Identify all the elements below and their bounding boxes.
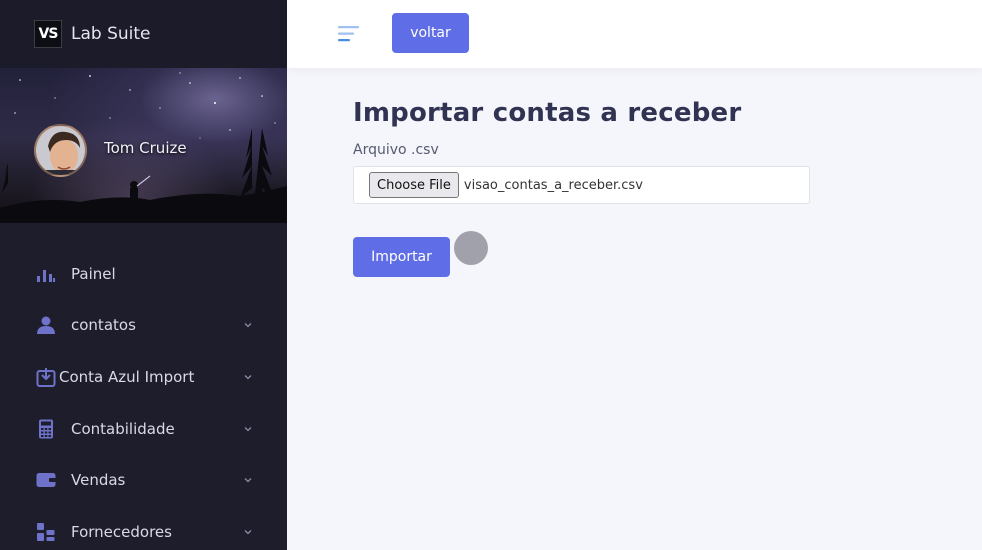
- choose-file-button[interactable]: Choose File: [369, 172, 459, 198]
- sidebar-item-fornecedores[interactable]: Fornecedores: [0, 506, 287, 550]
- download-box-icon: [36, 367, 56, 387]
- selected-file-name: visao_contas_a_receber.csv: [463, 177, 643, 193]
- file-field-label: Arquivo .csv: [353, 142, 439, 158]
- sidebar-item-contabilidade[interactable]: Contabilidade: [0, 403, 287, 455]
- top-bar: voltar: [287, 0, 982, 68]
- sidebar-item-label: Painel: [71, 264, 116, 283]
- sidebar-item-label: Conta Azul Import: [59, 367, 195, 386]
- calculator-icon: [36, 419, 56, 439]
- sidebar-item-conta-azul-import[interactable]: Conta Azul Import: [0, 351, 287, 403]
- wallet-icon: [36, 470, 56, 490]
- avatar[interactable]: [34, 124, 87, 177]
- brand[interactable]: VS Lab Suite: [0, 0, 287, 68]
- sidebar-item-label: contatos: [71, 316, 136, 335]
- sidebar-item-contatos[interactable]: contatos: [0, 300, 287, 352]
- main-content: Importar contas a receber Arquivo .csv C…: [353, 98, 810, 277]
- back-button[interactable]: voltar: [392, 13, 469, 53]
- chevron-down-icon: [244, 478, 252, 483]
- profile-name[interactable]: Tom Cruize: [104, 139, 187, 157]
- import-button[interactable]: Importar: [353, 237, 450, 277]
- sidebar: VS Lab Suite Tom Cruize Painel contatos …: [0, 0, 287, 550]
- grid-list-icon: [36, 522, 56, 542]
- file-input[interactable]: Choose File visao_contas_a_receber.csv: [353, 166, 810, 204]
- chevron-down-icon: [244, 323, 252, 328]
- menu-toggle-icon[interactable]: [337, 24, 361, 44]
- sidebar-item-label: Contabilidade: [71, 419, 175, 438]
- chevron-down-icon: [244, 529, 252, 535]
- brand-logo: VS: [34, 20, 62, 48]
- chevron-down-icon: [244, 375, 252, 380]
- chevron-down-icon: [244, 426, 252, 431]
- sidebar-item-painel[interactable]: Painel: [0, 248, 287, 300]
- user-icon: [36, 315, 56, 335]
- sidebar-item-label: Vendas: [71, 471, 126, 490]
- sidebar-item-vendas[interactable]: Vendas: [0, 454, 287, 506]
- sidebar-menu: Painel contatos Conta Azul Import Contab…: [0, 223, 287, 550]
- sidebar-item-label: Fornecedores: [71, 522, 172, 541]
- page-title: Importar contas a receber: [353, 98, 742, 128]
- brand-name: Lab Suite: [71, 24, 151, 44]
- profile-banner: Tom Cruize: [0, 68, 287, 223]
- cursor-indicator: [454, 231, 488, 265]
- bar-chart-icon: [36, 264, 56, 284]
